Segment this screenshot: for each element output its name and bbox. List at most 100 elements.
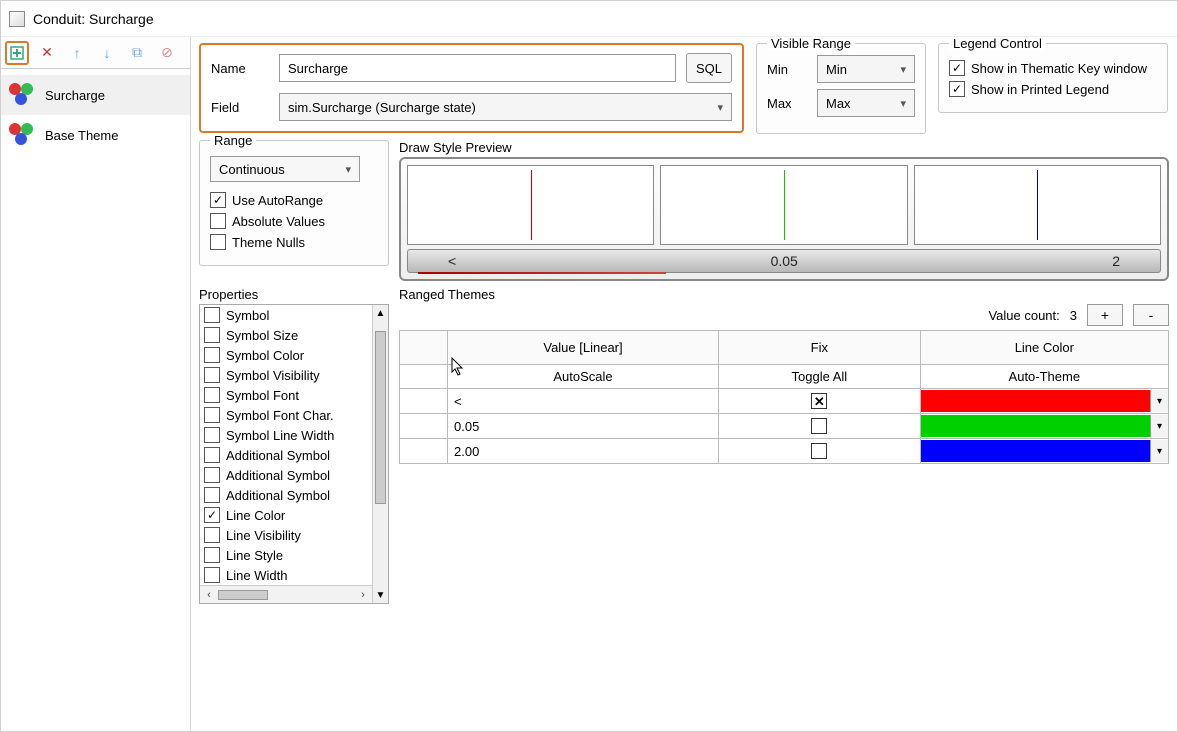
absolute-values-checkbox[interactable] — [210, 213, 226, 229]
col-value-header[interactable]: Value [Linear] — [448, 331, 719, 365]
scroll-down-icon[interactable]: ▼ — [373, 587, 388, 603]
property-item[interactable]: Symbol Font Char. — [200, 405, 388, 425]
scroll-up-icon[interactable]: ▲ — [373, 305, 388, 321]
theme-icon — [9, 81, 37, 109]
table-row: 0.05 ▾ — [400, 414, 1169, 439]
color-dropdown[interactable]: ▾ — [1150, 440, 1168, 462]
row-stub[interactable] — [400, 439, 448, 464]
visible-range-title: Visible Range — [767, 37, 855, 51]
property-item[interactable]: Additional Symbol — [200, 445, 388, 465]
col-fix-header[interactable]: Fix — [719, 331, 921, 365]
autoscale-button[interactable]: AutoScale — [448, 365, 719, 389]
grid-sub-stub — [400, 365, 448, 389]
theme-item-base[interactable]: Base Theme — [1, 115, 190, 155]
property-item[interactable]: Line Visibility — [200, 525, 388, 545]
sidebar: ✕ ↑ ↓ ⧉ ⊘ S — [1, 37, 191, 731]
color-dropdown[interactable]: ▾ — [1150, 415, 1168, 437]
color-swatch[interactable] — [921, 390, 1150, 412]
property-item[interactable]: Additional Symbol — [200, 465, 388, 485]
preview-line-red — [531, 170, 532, 240]
property-checkbox[interactable] — [204, 387, 220, 403]
property-label: Additional Symbol — [226, 448, 330, 463]
min-combo[interactable]: Min — [817, 55, 915, 83]
cancel-theme-button[interactable]: ⊘ — [155, 41, 179, 65]
row-stub[interactable] — [400, 414, 448, 439]
properties-vscroll[interactable]: ▲ ▼ — [372, 305, 388, 603]
max-combo[interactable]: Max — [817, 89, 915, 117]
preview-title: Draw Style Preview — [399, 140, 1169, 155]
property-checkbox[interactable] — [204, 307, 220, 323]
sidebar-toolbar: ✕ ↑ ↓ ⧉ ⊘ — [1, 37, 190, 69]
auto-theme-button[interactable]: Auto-Theme — [920, 365, 1168, 389]
preview-line-green — [784, 170, 785, 240]
property-checkbox[interactable] — [204, 467, 220, 483]
use-autorange-checkbox[interactable] — [210, 192, 226, 208]
property-item[interactable]: Symbol Size — [200, 325, 388, 345]
scale-underline — [418, 272, 666, 274]
toggle-all-button[interactable]: Toggle All — [719, 365, 921, 389]
theme-item-label: Surcharge — [45, 88, 105, 103]
property-item[interactable]: Symbol Color — [200, 345, 388, 365]
property-checkbox[interactable] — [204, 567, 220, 583]
hscroll-right[interactable]: › — [354, 589, 372, 601]
property-item[interactable]: Symbol Font — [200, 385, 388, 405]
delete-theme-button[interactable]: ✕ — [35, 41, 59, 65]
move-up-button[interactable]: ↑ — [65, 41, 89, 65]
property-checkbox[interactable] — [204, 507, 220, 523]
field-combo[interactable]: sim.Surcharge (Surcharge state) — [279, 93, 732, 121]
color-swatch[interactable] — [921, 415, 1150, 437]
property-label: Line Width — [226, 568, 287, 583]
hscroll-left[interactable]: ‹ — [200, 589, 218, 601]
cancel-icon: ⊘ — [161, 44, 173, 61]
add-theme-button[interactable] — [5, 41, 29, 65]
absolute-values-label: Absolute Values — [232, 214, 325, 229]
copy-theme-button[interactable]: ⧉ — [125, 41, 149, 65]
titlebar: Conduit: Surcharge — [1, 1, 1177, 37]
property-checkbox[interactable] — [204, 407, 220, 423]
show-thematic-label: Show in Thematic Key window — [971, 61, 1147, 76]
preview-scale[interactable]: < 0.05 2 — [407, 249, 1161, 273]
remove-range-button[interactable]: - — [1133, 304, 1169, 326]
property-item[interactable]: Line Width — [200, 565, 388, 585]
property-item[interactable]: Line Color — [200, 505, 388, 525]
color-swatch[interactable] — [921, 440, 1150, 462]
properties-items[interactable]: SymbolSymbol SizeSymbol ColorSymbol Visi… — [200, 305, 388, 585]
theme-item-surcharge[interactable]: Surcharge — [1, 75, 190, 115]
property-checkbox[interactable] — [204, 547, 220, 563]
row-stub[interactable] — [400, 389, 448, 414]
add-range-button[interactable]: + — [1087, 304, 1123, 326]
row-value[interactable]: 2.00 — [448, 439, 719, 464]
fix-checkbox[interactable] — [811, 418, 827, 434]
property-checkbox[interactable] — [204, 447, 220, 463]
property-checkbox[interactable] — [204, 347, 220, 363]
fix-checkbox[interactable] — [811, 443, 827, 459]
hscroll-handle[interactable] — [218, 590, 268, 600]
property-checkbox[interactable] — [204, 427, 220, 443]
property-item[interactable]: Line Style — [200, 545, 388, 565]
show-printed-checkbox[interactable] — [949, 81, 965, 97]
col-color-header[interactable]: Line Color — [920, 331, 1168, 365]
name-field-group: Name SQL Field sim.Surcharge (Surcharge … — [199, 43, 744, 133]
property-checkbox[interactable] — [204, 367, 220, 383]
add-icon — [10, 46, 24, 60]
fix-checkbox[interactable] — [811, 393, 827, 409]
property-item[interactable]: Additional Symbol — [200, 485, 388, 505]
move-down-button[interactable]: ↓ — [95, 41, 119, 65]
property-checkbox[interactable] — [204, 527, 220, 543]
theme-list: Surcharge Base Theme — [1, 69, 190, 161]
show-thematic-checkbox[interactable] — [949, 60, 965, 76]
property-label: Additional Symbol — [226, 488, 330, 503]
property-item[interactable]: Symbol Visibility — [200, 365, 388, 385]
scroll-handle[interactable] — [375, 331, 386, 504]
property-item[interactable]: Symbol Line Width — [200, 425, 388, 445]
property-item[interactable]: Symbol — [200, 305, 388, 325]
sql-button[interactable]: SQL — [686, 53, 732, 83]
property-checkbox[interactable] — [204, 327, 220, 343]
property-checkbox[interactable] — [204, 487, 220, 503]
range-mode-combo[interactable]: Continuous — [210, 156, 360, 182]
row-value[interactable]: < — [448, 389, 719, 414]
theme-nulls-checkbox[interactable] — [210, 234, 226, 250]
color-dropdown[interactable]: ▾ — [1150, 390, 1168, 412]
row-value[interactable]: 0.05 — [448, 414, 719, 439]
name-input[interactable] — [279, 54, 676, 82]
